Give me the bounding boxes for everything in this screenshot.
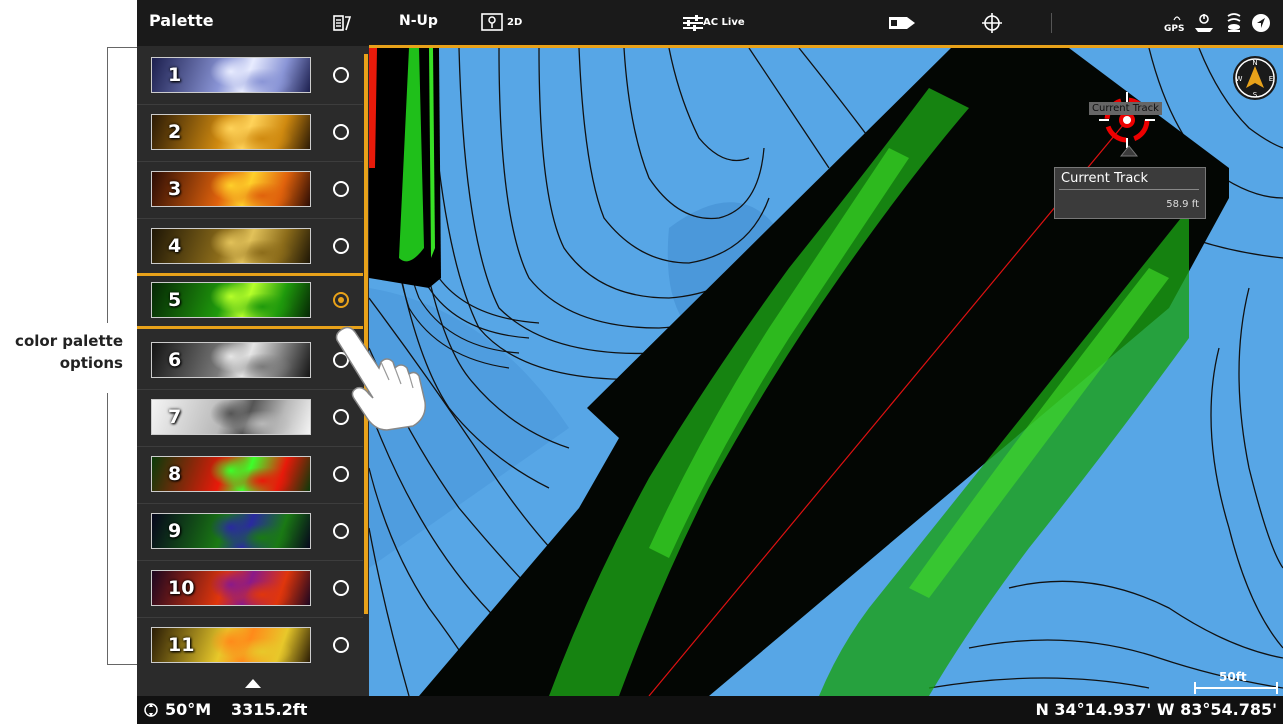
palette-number: 9 [168, 520, 182, 542]
status-bar: 50°M 3315.2ft N 34°14.937' W 83°54.785' [137, 696, 1283, 724]
palette-panel: 1 2 3 4 5 6 7 8 9 10 11 [137, 46, 426, 696]
topbar-divider [1051, 13, 1052, 33]
side-imaging-swath [419, 48, 1229, 696]
annotation: color palette options [0, 0, 137, 724]
annotation-bracket-tick-top [107, 47, 137, 48]
palette-radio[interactable] [333, 466, 349, 482]
palette-number: 2 [168, 121, 182, 143]
heading-icon [144, 703, 158, 717]
annotation-line-2: options [59, 354, 123, 372]
annotation-bracket-bottom [107, 393, 108, 664]
palette-title: Palette [149, 11, 214, 30]
chartplotter-screen: Palette N-Up 2D AC Live GPS N S W E Curr… [137, 0, 1283, 724]
popup-divider [1059, 189, 1199, 190]
gps-signal-icon [1173, 16, 1181, 21]
pointing-hand-icon [335, 326, 426, 431]
palette-option-5[interactable]: 5 [137, 273, 363, 329]
annotation-bracket-top [107, 47, 108, 323]
heading-readout: 50°M [165, 700, 212, 719]
palette-number: 1 [168, 64, 182, 86]
palette-swatch: 1 [151, 57, 311, 93]
orientation-button[interactable]: N-Up [399, 13, 438, 29]
palette-radio[interactable] [333, 238, 349, 254]
palette-swatch: 6 [151, 342, 311, 378]
compass-icon[interactable]: N S W E [1233, 56, 1277, 100]
crosshair-icon[interactable] [981, 12, 1003, 34]
palette-swatch: 10 [151, 570, 311, 606]
svg-text:S: S [1253, 91, 1258, 99]
palette-radio[interactable] [333, 124, 349, 140]
popup-title: Current Track [1061, 171, 1148, 186]
svg-text:N: N [1252, 59, 1257, 67]
popup-value: 58.9 ft [1166, 199, 1199, 210]
palette-radio[interactable] [333, 292, 349, 308]
palette-option-10[interactable]: 10 [137, 561, 363, 618]
palette-swatch: 11 [151, 627, 311, 663]
annotation-label: color palette options [15, 330, 123, 374]
palette-number: 8 [168, 463, 182, 485]
palette-number: 5 [168, 289, 182, 311]
annotation-bracket-tick-bottom [107, 664, 137, 665]
palette-option-8[interactable]: 8 [137, 447, 363, 504]
palette-option-3[interactable]: 3 [137, 162, 363, 219]
ac-live-label[interactable]: AC Live [703, 17, 745, 28]
palette-swatch: 4 [151, 228, 311, 264]
settings-sliders-icon[interactable] [682, 15, 704, 31]
view-mode-label: 2D [507, 17, 523, 28]
coordinates-readout: N 34°14.937' W 83°54.785' [1035, 700, 1277, 719]
annotation-line-1: color palette [15, 332, 123, 350]
palette-swatch: 9 [151, 513, 311, 549]
palette-option-9[interactable]: 9 [137, 504, 363, 561]
view-mode-icon[interactable] [481, 13, 503, 31]
sonar-icon [1227, 13, 1241, 32]
palette-number: 3 [168, 178, 182, 200]
palette-radio[interactable] [333, 181, 349, 197]
palette-radio[interactable] [333, 637, 349, 653]
depth-readout: 3315.2ft [231, 700, 308, 719]
palette-option-2[interactable]: 2 [137, 105, 363, 162]
track-tooltip: Current Track [1089, 102, 1162, 115]
palette-number: 4 [168, 235, 182, 257]
palette-menu-icon[interactable] [333, 14, 351, 32]
gps-label: GPS [1164, 24, 1185, 34]
chevron-up-icon [245, 679, 261, 688]
palette-swatch: 3 [151, 171, 311, 207]
palette-option-4[interactable]: 4 [137, 219, 363, 276]
power-boat-icon [1195, 14, 1213, 32]
palette-radio[interactable] [333, 523, 349, 539]
sonar-edge-strip [369, 48, 441, 288]
palette-swatch: 8 [151, 456, 311, 492]
svg-text:E: E [1269, 75, 1273, 83]
svg-text:W: W [1236, 75, 1243, 83]
scroll-up-button[interactable] [137, 672, 369, 696]
current-track-popup[interactable]: Current Track 58.9 ft [1054, 167, 1206, 219]
map-canvas: N S W E [369, 48, 1283, 696]
palette-option-11[interactable]: 11 [137, 618, 363, 675]
palette-number: 11 [168, 634, 195, 656]
palette-radio[interactable] [333, 67, 349, 83]
scale-label: 50ft [1219, 670, 1247, 684]
palette-radio[interactable] [333, 580, 349, 596]
battery-icon [889, 17, 915, 29]
palette-swatch: 7 [151, 399, 311, 435]
palette-number: 10 [168, 577, 195, 599]
palette-number: 7 [168, 406, 182, 428]
palette-swatch: 5 [151, 282, 311, 318]
top-bar: Palette N-Up 2D AC Live GPS [137, 0, 1283, 46]
palette-number: 6 [168, 349, 182, 371]
navigation-icon[interactable] [1251, 13, 1271, 33]
palette-swatch: 2 [151, 114, 311, 150]
chart-map-view[interactable]: N S W E [369, 48, 1283, 696]
palette-option-1[interactable]: 1 [137, 48, 363, 105]
